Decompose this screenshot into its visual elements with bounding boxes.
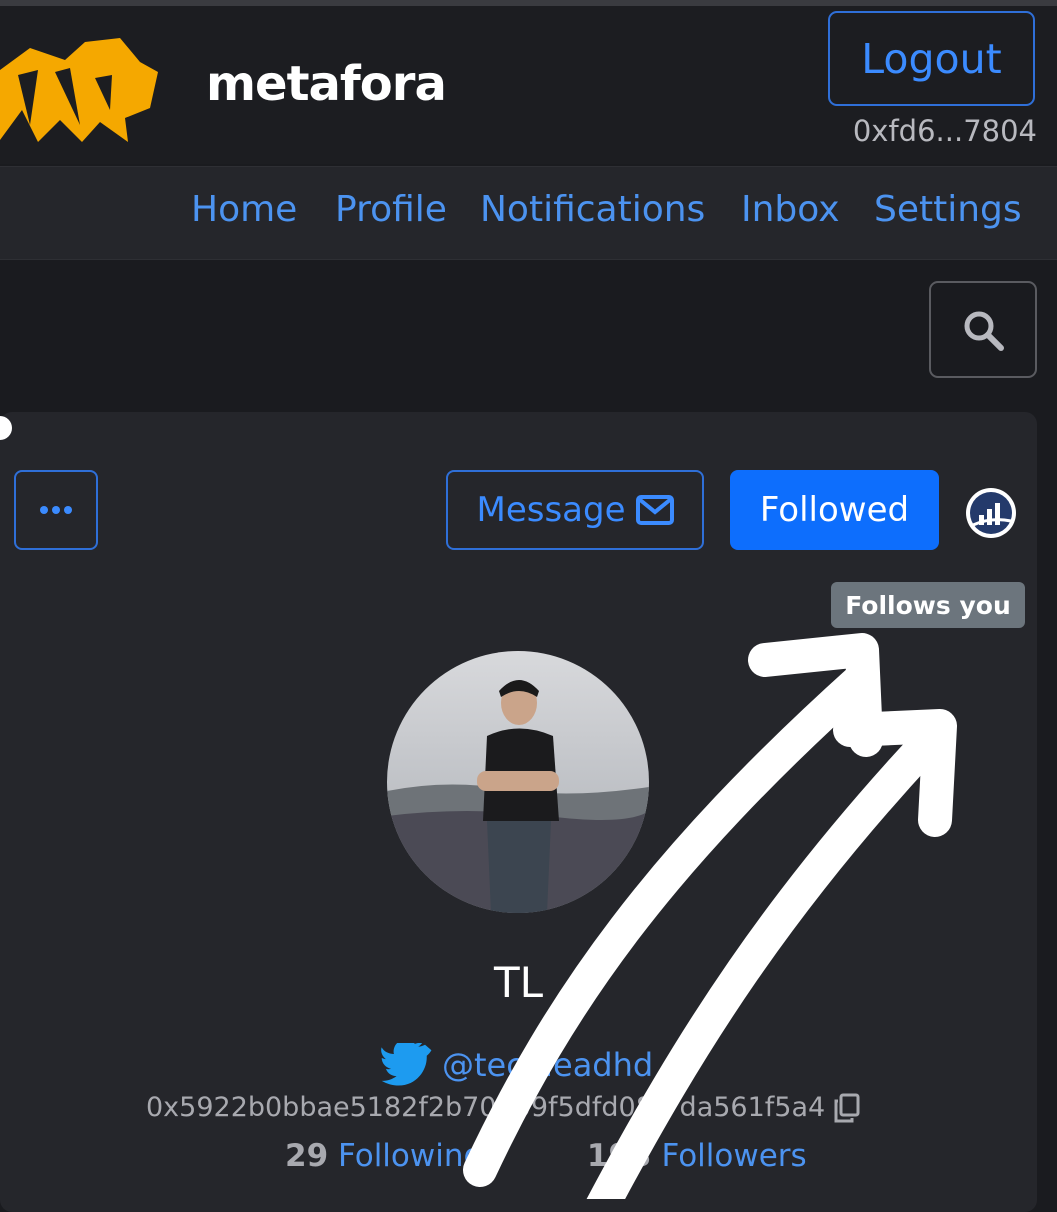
twitter-handle: @techleadhd: [442, 1046, 654, 1084]
avatar: [387, 651, 649, 913]
profile-address: 0x5922b0bbae5182f2b70609f5dfd08f7da561f5…: [146, 1092, 826, 1123]
message-button[interactable]: Message: [446, 470, 704, 550]
envelope-icon: [635, 495, 674, 525]
nav-notifications[interactable]: Notifications: [480, 189, 705, 230]
followed-button[interactable]: Followed: [730, 470, 939, 550]
message-label: Message: [476, 490, 626, 530]
nav-home[interactable]: Home: [191, 189, 297, 230]
metafora-logo[interactable]: [0, 30, 160, 145]
search-icon: [964, 311, 1004, 351]
followers-count: 193: [586, 1138, 652, 1174]
profile-name: TL: [493, 958, 544, 1007]
more-options-button[interactable]: [14, 470, 98, 550]
nav-settings[interactable]: Settings: [874, 189, 1022, 230]
follow-stats: 29 Following 193 Followers: [285, 1138, 807, 1174]
wallet-address: 0xfd6...7804: [852, 114, 1037, 148]
logout-button[interactable]: Logout: [828, 11, 1035, 106]
wallet-address-row: 0x5922b0bbae5182f2b70609f5dfd08f7da561f5…: [146, 1092, 861, 1123]
twitter-link[interactable]: @techleadhd: [380, 1040, 653, 1090]
following-count: 29: [285, 1138, 329, 1174]
search-button[interactable]: [929, 281, 1037, 378]
chart-icon[interactable]: [965, 487, 1017, 539]
brand-name[interactable]: metafora: [206, 56, 447, 112]
ellipsis-icon: [40, 506, 72, 514]
nav-inbox[interactable]: Inbox: [741, 189, 840, 230]
navbar: Home Profile Notifications Inbox Setting…: [0, 166, 1057, 260]
nav-profile[interactable]: Profile: [335, 189, 447, 230]
following-link[interactable]: Following: [338, 1138, 483, 1174]
followers-link[interactable]: Followers: [661, 1138, 806, 1174]
follows-you-badge: Follows you: [831, 582, 1025, 628]
twitter-icon: [381, 1043, 432, 1086]
copy-icon[interactable]: [833, 1093, 861, 1123]
